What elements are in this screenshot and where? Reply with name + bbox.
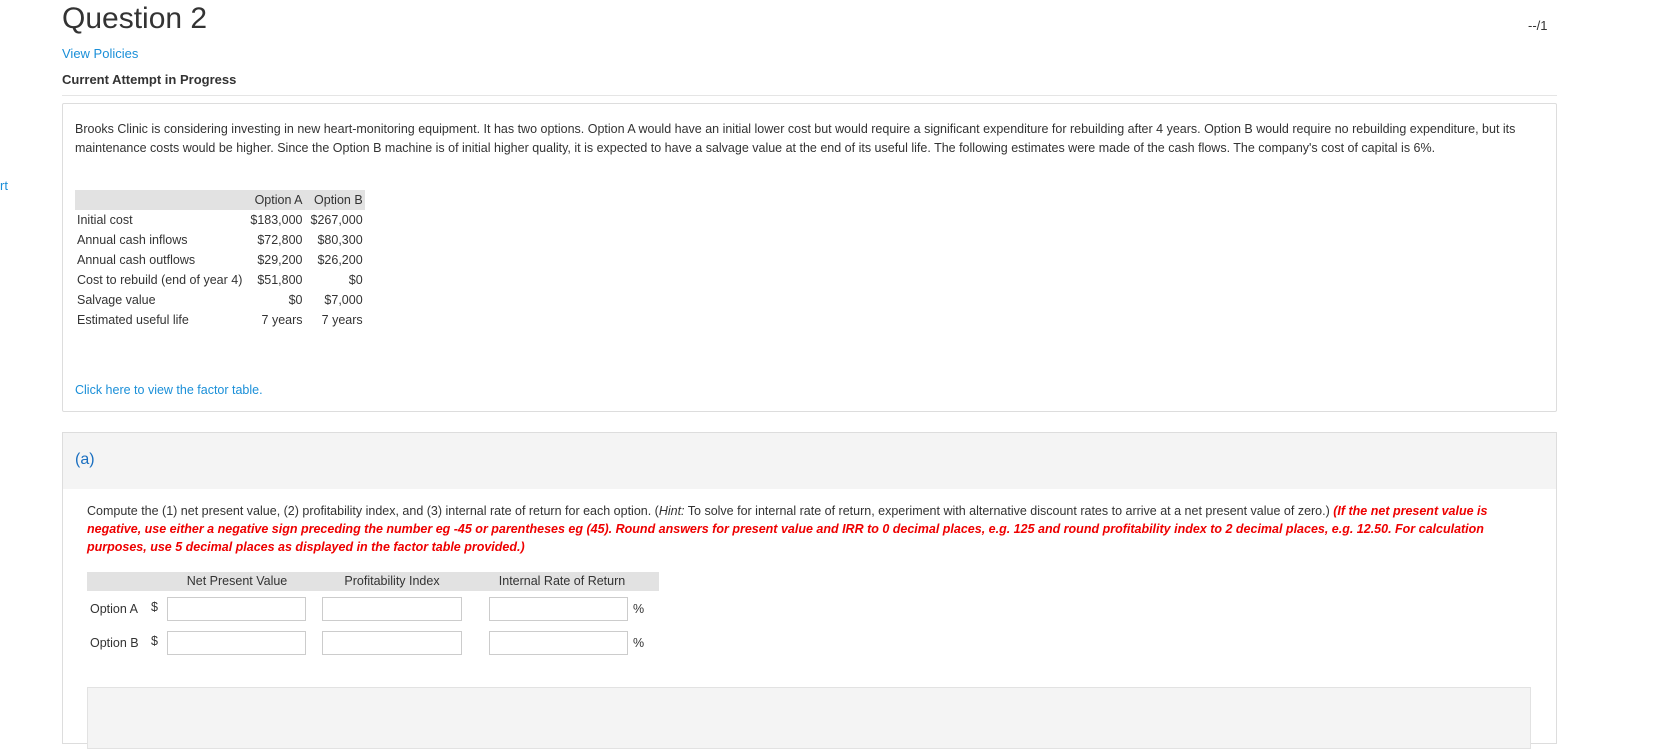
column-header: Internal Rate of Return — [498, 574, 626, 588]
row-label: Salvage value — [77, 293, 156, 307]
row-label: Cost to rebuild (end of year 4) — [77, 273, 243, 287]
page-title: Question 2 — [62, 2, 208, 35]
table-row: Annual cash inflows $72,800 $80,300 — [75, 230, 365, 250]
answer-table-header: Net Present Value Profitability Index In… — [87, 572, 659, 591]
cell: $0 — [348, 273, 363, 287]
answer-footer-panel — [87, 687, 1531, 749]
score: --/1 — [1528, 18, 1548, 33]
percent-unit: % — [633, 602, 645, 616]
column-header: Profitability Index — [344, 574, 440, 588]
table-row: Cost to rebuild (end of year 4) $51,800 $0 — [75, 270, 365, 290]
cell: 7 years — [261, 313, 303, 327]
column-header: Option B — [304, 190, 365, 210]
table-header-row: Option A Option B — [75, 190, 365, 210]
row-label: Initial cost — [77, 213, 133, 227]
column-header: Option A — [244, 190, 305, 210]
cell: $0 — [288, 293, 303, 307]
option-a-irr-input[interactable] — [489, 597, 628, 621]
option-a-npv-input[interactable] — [167, 597, 306, 621]
divider — [62, 95, 1557, 96]
table-row: Estimated useful life 7 years 7 years — [75, 310, 365, 330]
row-label: Estimated useful life — [77, 313, 189, 327]
cut-off-text: rt — [0, 178, 8, 193]
table-row: Salvage value $0 $7,000 — [75, 290, 365, 310]
hint-label: Hint: — [658, 504, 685, 518]
cell: $72,800 — [257, 233, 303, 247]
part-a-panel: (a) Compute the (1) net present value, (… — [62, 432, 1557, 749]
table-row: Initial cost $183,000 $267,000 — [75, 210, 365, 230]
table-row: Annual cash outflows $29,200 $26,200 — [75, 250, 365, 270]
column-header: Net Present Value — [186, 574, 288, 588]
cell: $7,000 — [324, 293, 363, 307]
cell: 7 years — [321, 313, 363, 327]
cell: $183,000 — [250, 213, 303, 227]
part-a-header: (a) — [63, 433, 1556, 489]
currency-symbol: $ — [151, 600, 158, 614]
attempt-status: Current Attempt in Progress — [62, 72, 237, 87]
factor-table-link[interactable]: Click here to view the factor table. — [75, 383, 263, 397]
view-policies-link[interactable]: View Policies — [62, 46, 138, 61]
cell: $80,300 — [317, 233, 363, 247]
row-label: Annual cash inflows — [77, 233, 188, 247]
cell: $29,200 — [257, 253, 303, 267]
option-a-pi-input[interactable] — [322, 597, 462, 621]
percent-unit: % — [633, 636, 645, 650]
option-b-irr-input[interactable] — [489, 631, 628, 655]
part-label: (a) — [75, 451, 95, 468]
currency-symbol: $ — [151, 634, 158, 648]
hint-text: To solve for internal rate of return, ex… — [684, 504, 1330, 518]
row-label: Option A — [90, 602, 138, 616]
column-header — [75, 190, 245, 210]
cell: $26,200 — [317, 253, 363, 267]
option-b-pi-input[interactable] — [322, 631, 462, 655]
row-label: Option B — [90, 636, 139, 650]
instruction-text: Compute the (1) net present value, (2) p… — [87, 504, 659, 518]
option-b-npv-input[interactable] — [167, 631, 306, 655]
problem-text: Brooks Clinic is considering investing i… — [75, 122, 1516, 155]
row-label: Annual cash outflows — [77, 253, 196, 267]
instructions: Compute the (1) net present value, (2) p… — [87, 502, 1527, 556]
problem-panel: Brooks Clinic is considering investing i… — [62, 103, 1557, 412]
cell: $267,000 — [310, 213, 363, 227]
cash-flow-table: Option A Option B Initial cost $183,000 $2… — [75, 190, 365, 330]
cell: $51,800 — [257, 273, 303, 287]
